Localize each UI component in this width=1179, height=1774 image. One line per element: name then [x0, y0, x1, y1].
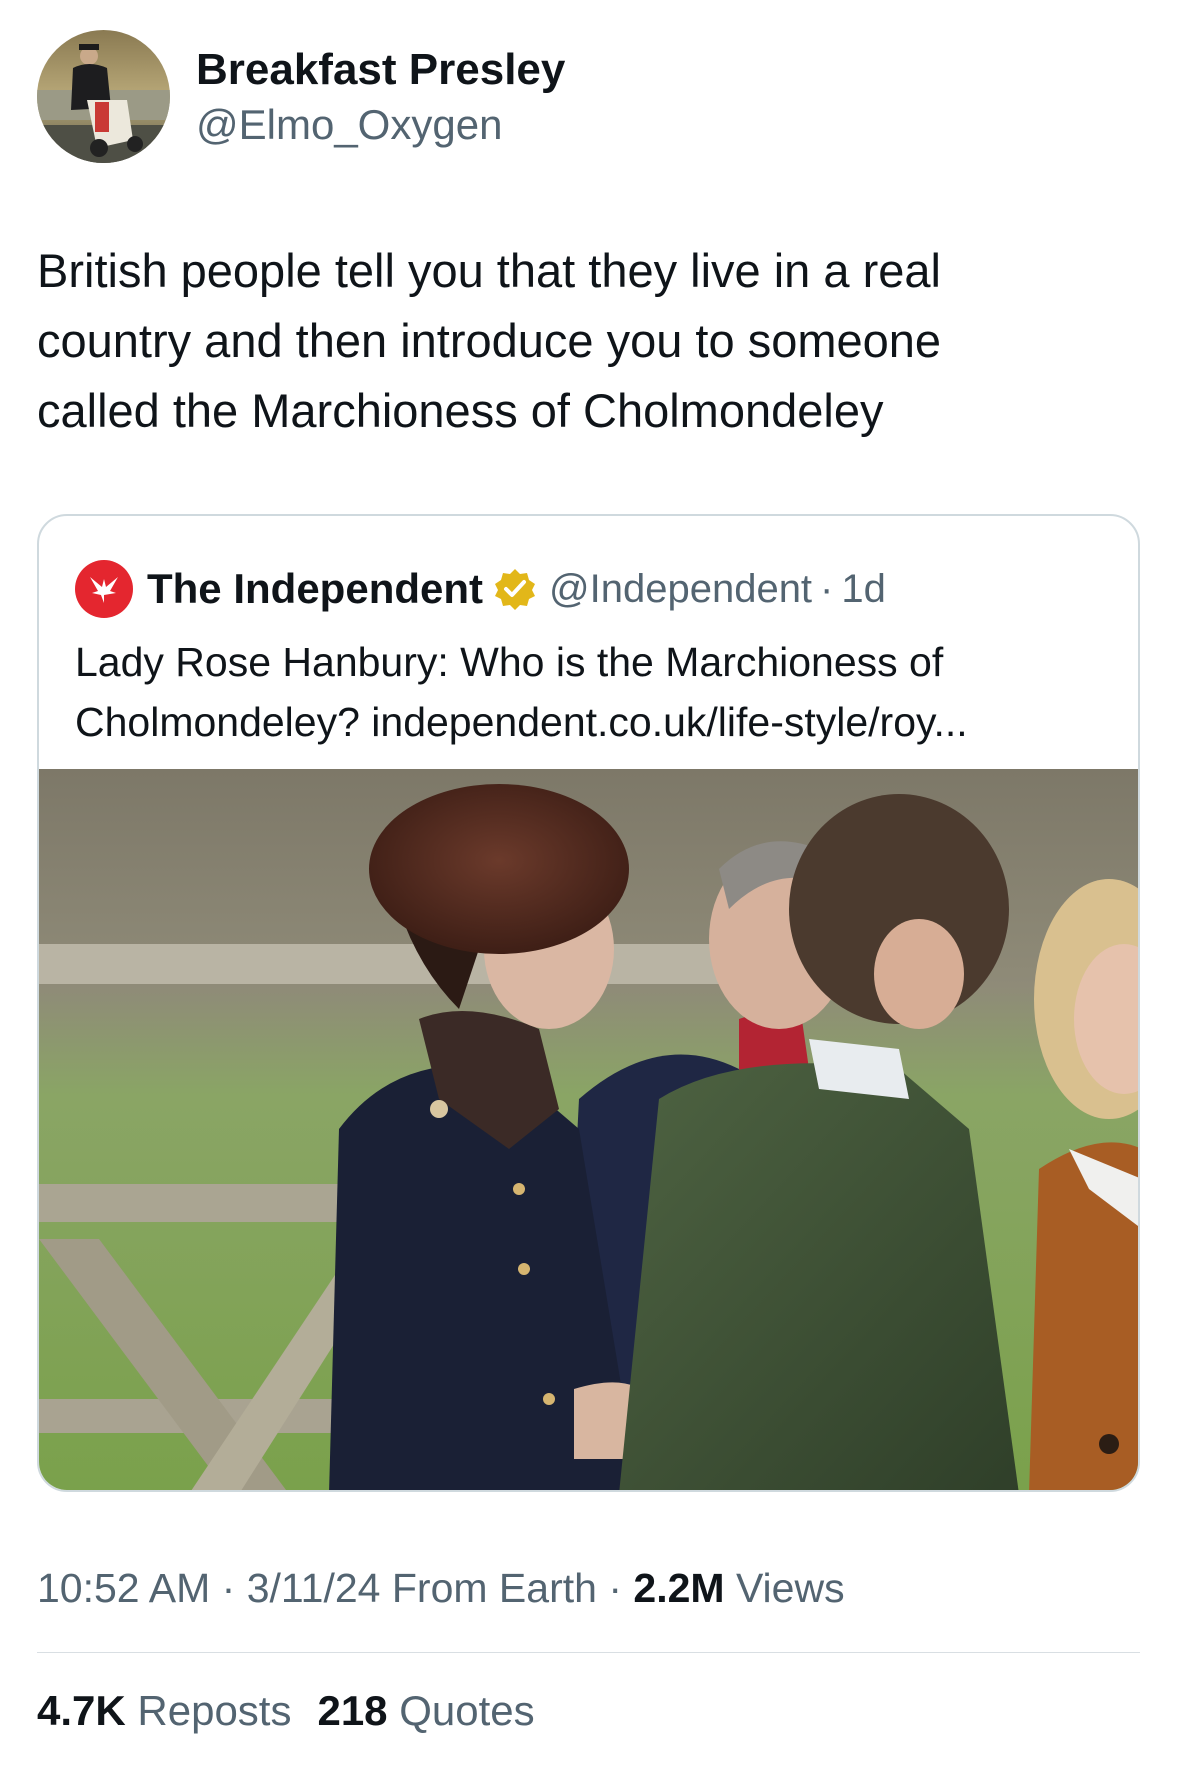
quoted-tweet-photo[interactable]: [39, 769, 1138, 1490]
separator-dot: ·: [820, 566, 834, 611]
quoted-author-handle[interactable]: @Independent: [549, 567, 812, 612]
engagement-stats: 4.7K Reposts 218 Quotes: [37, 1683, 535, 1739]
author-display-name[interactable]: Breakfast Presley: [196, 42, 565, 98]
tweet-source: From Earth: [391, 1565, 597, 1611]
tweet-time[interactable]: 10:52 AM: [37, 1565, 210, 1611]
photo-image: [39, 769, 1138, 1490]
separator-dot: ·: [608, 1565, 622, 1611]
reposts-stat[interactable]: 4.7K Reposts: [37, 1687, 291, 1734]
tweet-date[interactable]: 3/11/24: [247, 1565, 381, 1611]
quoted-author-name[interactable]: The Independent: [147, 565, 483, 613]
tweet-header: Breakfast Presley @Elmo_Oxygen: [37, 30, 565, 163]
quoted-timestamp[interactable]: 1d: [841, 567, 886, 612]
quoted-text-line-with-link[interactable]: Cholmondeley? independent.co.uk/life-sty…: [75, 692, 1115, 752]
reposts-label: Reposts: [137, 1687, 292, 1734]
quotes-count: 218: [317, 1687, 388, 1734]
divider: [37, 1652, 1140, 1653]
quoted-tweet-text: Lady Rose Hanbury: Who is the Marchiones…: [75, 632, 1115, 752]
author-handle[interactable]: @Elmo_Oxygen: [196, 98, 565, 152]
reposts-count: 4.7K: [37, 1687, 126, 1734]
tweet-page: Breakfast Presley @Elmo_Oxygen British p…: [0, 0, 1179, 1774]
avatar-image: [37, 30, 170, 163]
views-label: Views: [735, 1565, 845, 1611]
quoted-tweet-card[interactable]: The Independent @Independent · 1d Lady R…: [37, 514, 1140, 1492]
independent-logo-icon: [75, 560, 133, 618]
quoted-text-line: Lady Rose Hanbury: Who is the Marchiones…: [75, 639, 944, 685]
quotes-stat[interactable]: 218 Quotes: [317, 1687, 534, 1734]
tweet-meta: 10:52 AM · 3/11/24 From Earth · 2.2M Vie…: [37, 1560, 845, 1616]
author-names: Breakfast Presley @Elmo_Oxygen: [196, 42, 565, 152]
quotes-label: Quotes: [399, 1687, 535, 1734]
verified-badge-icon: [493, 567, 537, 611]
views-count: 2.2M: [633, 1565, 725, 1611]
avatar[interactable]: [37, 30, 170, 163]
separator-dot: ·: [221, 1565, 236, 1611]
quoted-tweet-header: The Independent @Independent · 1d: [75, 560, 886, 618]
tweet-text: British people tell you that they live i…: [37, 244, 942, 437]
